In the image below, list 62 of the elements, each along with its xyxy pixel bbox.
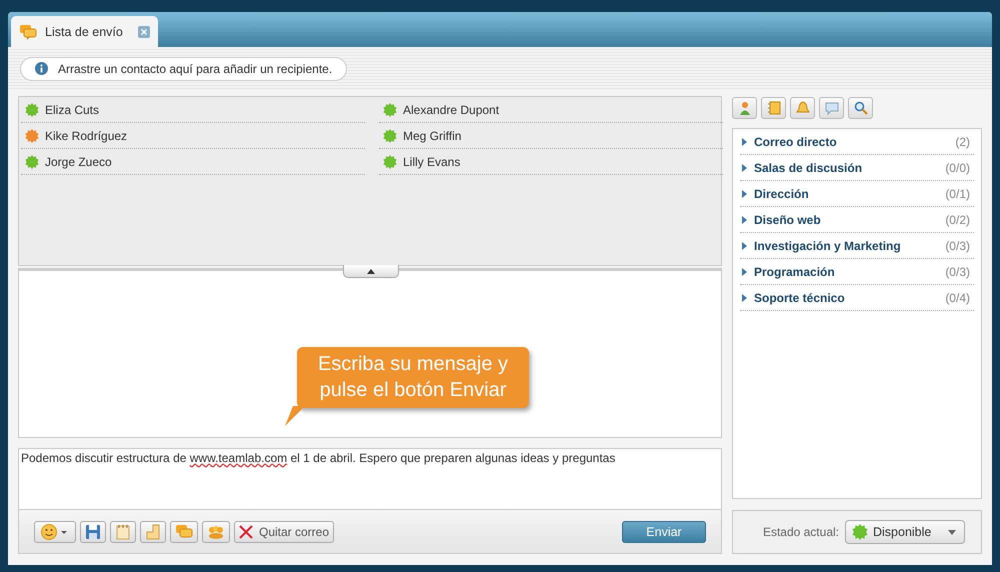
callout-tail: [285, 406, 305, 426]
contact-item[interactable]: Alexandre Dupont: [379, 97, 723, 123]
notepad-icon: [115, 524, 131, 540]
expand-arrow-icon: [742, 242, 747, 250]
contact-list-button[interactable]: [761, 97, 786, 119]
cross-icon: [239, 524, 253, 538]
group-item[interactable]: Investigación y Marketing (0/3): [740, 233, 974, 259]
caret-icon: [948, 530, 956, 534]
speech-bubble-button[interactable]: [819, 97, 844, 119]
close-icon[interactable]: [138, 26, 150, 38]
link[interactable]: www.teamlab.com: [190, 451, 288, 465]
person-button[interactable]: [732, 97, 757, 119]
group-item[interactable]: Dirección (0/1): [740, 181, 974, 207]
group-count: (0/3): [945, 264, 970, 278]
expand-arrow-icon: [742, 164, 747, 172]
expand-arrow-icon: [742, 216, 747, 224]
emoji-button[interactable]: [34, 520, 76, 542]
bell-icon: [796, 101, 810, 115]
collapse-handle[interactable]: [343, 265, 399, 278]
group-button[interactable]: [202, 520, 230, 542]
contact-item[interactable]: Meg Griffin: [379, 123, 723, 149]
info-icon: [35, 62, 48, 76]
smiley-dropdown-icon: [41, 524, 69, 540]
save-button[interactable]: [80, 520, 106, 542]
group-count: (0/2): [945, 212, 970, 226]
group-item[interactable]: Salas de discusión (0/0): [740, 155, 974, 181]
speech-bubble-icon: [824, 101, 838, 115]
group-item[interactable]: Diseño web (0/2): [740, 207, 974, 233]
status-label: Estado actual:: [762, 525, 839, 539]
group-count: (2): [955, 134, 970, 148]
notepad-button[interactable]: [110, 520, 136, 542]
expand-arrow-icon: [742, 190, 747, 198]
group-count: (0/3): [945, 238, 970, 252]
expand-arrow-icon: [742, 268, 747, 276]
chat-bubbles-icon: [175, 524, 193, 540]
status-dropdown[interactable]: Disponible: [845, 520, 965, 544]
chat-button[interactable]: [170, 520, 198, 542]
document-button[interactable]: [140, 520, 166, 542]
group-count: (0/0): [945, 160, 970, 174]
group-item[interactable]: Programación (0/3): [740, 259, 974, 285]
contact-item[interactable]: Kike Rodríguez: [21, 123, 365, 149]
expand-arrow-icon: [742, 138, 747, 146]
expand-arrow-icon: [742, 294, 747, 302]
remove-mail-button[interactable]: Quitar correo: [234, 520, 334, 542]
group-count: (0/4): [945, 290, 970, 304]
contact-item[interactable]: Eliza Cuts: [21, 97, 365, 123]
message-field[interactable]: Podemos discutir estructura de www.teamlab.com el 1 de abril. Espero que preparen algunas ideas y preguntas: [18, 448, 722, 510]
group-item[interactable]: Soporte técnico (0/4): [740, 285, 974, 311]
document-icon: [145, 524, 161, 540]
search-button[interactable]: [848, 97, 873, 119]
contact-item[interactable]: Jorge Zueco: [21, 149, 365, 175]
people-icon: [207, 524, 225, 540]
contact-item[interactable]: Lilly Evans: [379, 149, 723, 175]
bell-button[interactable]: [790, 97, 815, 119]
group-count: (0/1): [945, 186, 970, 200]
person-icon: [738, 101, 752, 115]
info-text: Arrastre un contacto aquí para añadir un recipiente.: [58, 62, 332, 76]
address-book-icon: [766, 101, 780, 115]
chat-bubbles-icon: [19, 24, 37, 40]
group-item[interactable]: Correo directo (2): [740, 129, 974, 155]
search-icon: [854, 101, 868, 115]
list-tab[interactable]: Lista de envío: [11, 16, 158, 48]
